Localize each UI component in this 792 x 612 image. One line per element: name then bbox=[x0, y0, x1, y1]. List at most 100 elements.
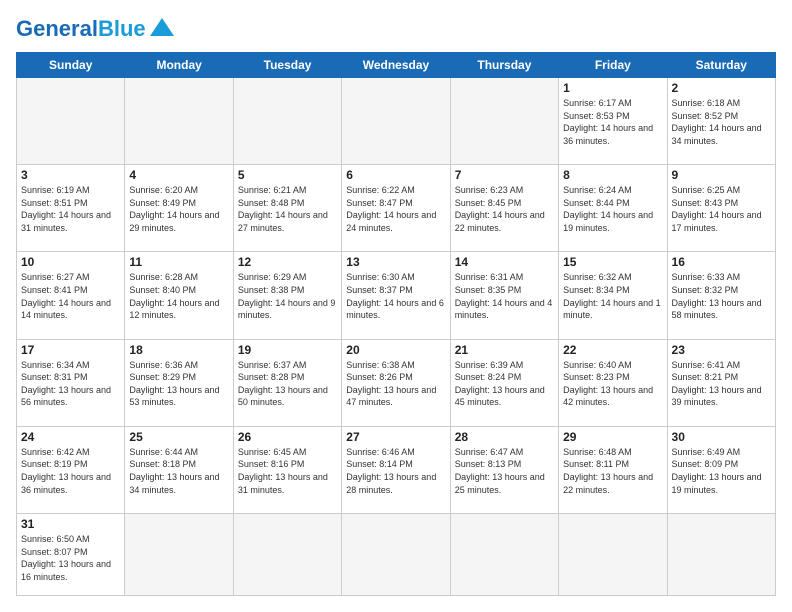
calendar-cell: 23Sunrise: 6:41 AM Sunset: 8:21 PM Dayli… bbox=[667, 339, 775, 426]
calendar-cell: 29 Sunrise: 6:48 AM Sunset: 8:11 PM Dayli… bbox=[559, 426, 667, 513]
day-info: Sunrise: 6:29 AM Sunset: 8:38 PM Dayligh… bbox=[238, 271, 337, 321]
day-number: 2 bbox=[672, 81, 771, 95]
calendar-cell: 12 Sunrise: 6:29 AM Sunset: 8:38 PM Dayli… bbox=[233, 252, 341, 339]
day-info: Sunrise: 6:41 AM Sunset: 8:21 PM Dayligh… bbox=[672, 359, 771, 409]
day-info: Sunrise: 6:27 AM Sunset: 8:41 PM Dayligh… bbox=[21, 271, 120, 321]
day-number: 8 bbox=[563, 168, 662, 182]
day-info: Sunrise: 6:49 AM Sunset: 8:09 PM Dayligh… bbox=[672, 446, 771, 496]
day-info: Sunrise: 6:50 AM Sunset: 8:07 PM Dayligh… bbox=[21, 533, 120, 583]
weekday-header-saturday: Saturday bbox=[667, 53, 775, 78]
day-info: Sunrise: 6:37 AM Sunset: 8:28 PM Dayligh… bbox=[238, 359, 337, 409]
day-number: 28 bbox=[455, 430, 554, 444]
calendar-cell: 4 Sunrise: 6:20 AM Sunset: 8:49 PM Daylig… bbox=[125, 165, 233, 252]
weekday-header-monday: Monday bbox=[125, 53, 233, 78]
calendar-cell: 18Sunrise: 6:36 AM Sunset: 8:29 PM Dayli… bbox=[125, 339, 233, 426]
calendar-cell: 31 Sunrise: 6:50 AM Sunset: 8:07 PM Dayli… bbox=[17, 513, 125, 595]
logo-icon bbox=[148, 14, 176, 42]
calendar-week-row: 3Sunrise: 6:19 AM Sunset: 8:51 PM Daylig… bbox=[17, 165, 776, 252]
page: GeneralBlue SundayMondayTuesdayWednesday… bbox=[0, 0, 792, 612]
day-number: 14 bbox=[455, 255, 554, 269]
day-info: Sunrise: 6:31 AM Sunset: 8:35 PM Dayligh… bbox=[455, 271, 554, 321]
day-info: Sunrise: 6:32 AM Sunset: 8:34 PM Dayligh… bbox=[563, 271, 662, 321]
calendar-cell bbox=[559, 513, 667, 595]
calendar-cell bbox=[342, 513, 450, 595]
day-number: 7 bbox=[455, 168, 554, 182]
day-info: Sunrise: 6:40 AM Sunset: 8:23 PM Dayligh… bbox=[563, 359, 662, 409]
calendar-cell: 17 Sunrise: 6:34 AM Sunset: 8:31 PM Dayli… bbox=[17, 339, 125, 426]
calendar-cell: 21 Sunrise: 6:39 AM Sunset: 8:24 PM Dayli… bbox=[450, 339, 558, 426]
calendar-cell: 13 Sunrise: 6:30 AM Sunset: 8:37 PM Dayli… bbox=[342, 252, 450, 339]
calendar-cell: 11 Sunrise: 6:28 AM Sunset: 8:40 PM Dayli… bbox=[125, 252, 233, 339]
calendar-cell bbox=[17, 78, 125, 165]
calendar-cell bbox=[125, 513, 233, 595]
day-info: Sunrise: 6:33 AM Sunset: 8:32 PM Dayligh… bbox=[672, 271, 771, 321]
calendar-cell: 16 Sunrise: 6:33 AM Sunset: 8:32 PM Dayli… bbox=[667, 252, 775, 339]
day-number: 11 bbox=[129, 255, 228, 269]
day-number: 29 bbox=[563, 430, 662, 444]
calendar-cell: 28 Sunrise: 6:47 AM Sunset: 8:13 PM Dayli… bbox=[450, 426, 558, 513]
calendar-cell: 22 Sunrise: 6:40 AM Sunset: 8:23 PM Dayli… bbox=[559, 339, 667, 426]
calendar-cell bbox=[233, 513, 341, 595]
day-info: Sunrise: 6:38 AM Sunset: 8:26 PM Dayligh… bbox=[346, 359, 445, 409]
calendar-week-row: 1Sunrise: 6:17 AM Sunset: 8:53 PM Daylig… bbox=[17, 78, 776, 165]
calendar-cell bbox=[125, 78, 233, 165]
logo-text: GeneralBlue bbox=[16, 18, 146, 40]
day-number: 9 bbox=[672, 168, 771, 182]
day-number: 21 bbox=[455, 343, 554, 357]
weekday-header-tuesday: Tuesday bbox=[233, 53, 341, 78]
day-number: 20 bbox=[346, 343, 445, 357]
day-number: 22 bbox=[563, 343, 662, 357]
day-number: 15 bbox=[563, 255, 662, 269]
day-info: Sunrise: 6:25 AM Sunset: 8:43 PM Dayligh… bbox=[672, 184, 771, 234]
logo-blue: Blue bbox=[98, 16, 146, 41]
logo: GeneralBlue bbox=[16, 16, 176, 42]
calendar-cell bbox=[342, 78, 450, 165]
day-number: 16 bbox=[672, 255, 771, 269]
logo-general: General bbox=[16, 16, 98, 41]
calendar-cell: 14 Sunrise: 6:31 AM Sunset: 8:35 PM Dayli… bbox=[450, 252, 558, 339]
day-number: 1 bbox=[563, 81, 662, 95]
day-number: 10 bbox=[21, 255, 120, 269]
calendar-cell bbox=[233, 78, 341, 165]
weekday-header-sunday: Sunday bbox=[17, 53, 125, 78]
day-number: 30 bbox=[672, 430, 771, 444]
day-info: Sunrise: 6:48 AM Sunset: 8:11 PM Dayligh… bbox=[563, 446, 662, 496]
calendar-cell bbox=[450, 513, 558, 595]
calendar-cell: 20 Sunrise: 6:38 AM Sunset: 8:26 PM Dayli… bbox=[342, 339, 450, 426]
calendar-cell: 15 Sunrise: 6:32 AM Sunset: 8:34 PM Dayli… bbox=[559, 252, 667, 339]
calendar-cell: 6Sunrise: 6:22 AM Sunset: 8:47 PM Daylig… bbox=[342, 165, 450, 252]
day-info: Sunrise: 6:47 AM Sunset: 8:13 PM Dayligh… bbox=[455, 446, 554, 496]
calendar-table: SundayMondayTuesdayWednesdayThursdayFrid… bbox=[16, 52, 776, 596]
day-info: Sunrise: 6:28 AM Sunset: 8:40 PM Dayligh… bbox=[129, 271, 228, 321]
header: GeneralBlue bbox=[16, 16, 776, 42]
day-info: Sunrise: 6:36 AM Sunset: 8:29 PM Dayligh… bbox=[129, 359, 228, 409]
day-info: Sunrise: 6:45 AM Sunset: 8:16 PM Dayligh… bbox=[238, 446, 337, 496]
calendar-week-row: 31 Sunrise: 6:50 AM Sunset: 8:07 PM Dayli… bbox=[17, 513, 776, 595]
day-number: 17 bbox=[21, 343, 120, 357]
calendar-week-row: 17 Sunrise: 6:34 AM Sunset: 8:31 PM Dayli… bbox=[17, 339, 776, 426]
day-number: 13 bbox=[346, 255, 445, 269]
day-number: 6 bbox=[346, 168, 445, 182]
day-info: Sunrise: 6:21 AM Sunset: 8:48 PM Dayligh… bbox=[238, 184, 337, 234]
calendar-cell: 3Sunrise: 6:19 AM Sunset: 8:51 PM Daylig… bbox=[17, 165, 125, 252]
calendar-cell: 30 Sunrise: 6:49 AM Sunset: 8:09 PM Dayli… bbox=[667, 426, 775, 513]
day-info: Sunrise: 6:42 AM Sunset: 8:19 PM Dayligh… bbox=[21, 446, 120, 496]
day-info: Sunrise: 6:46 AM Sunset: 8:14 PM Dayligh… bbox=[346, 446, 445, 496]
day-info: Sunrise: 6:39 AM Sunset: 8:24 PM Dayligh… bbox=[455, 359, 554, 409]
day-info: Sunrise: 6:34 AM Sunset: 8:31 PM Dayligh… bbox=[21, 359, 120, 409]
calendar-cell: 10 Sunrise: 6:27 AM Sunset: 8:41 PM Dayli… bbox=[17, 252, 125, 339]
day-number: 12 bbox=[238, 255, 337, 269]
calendar-cell: 24 Sunrise: 6:42 AM Sunset: 8:19 PM Dayli… bbox=[17, 426, 125, 513]
calendar-week-row: 10 Sunrise: 6:27 AM Sunset: 8:41 PM Dayli… bbox=[17, 252, 776, 339]
day-number: 31 bbox=[21, 517, 120, 531]
day-number: 25 bbox=[129, 430, 228, 444]
day-info: Sunrise: 6:30 AM Sunset: 8:37 PM Dayligh… bbox=[346, 271, 445, 321]
day-info: Sunrise: 6:24 AM Sunset: 8:44 PM Dayligh… bbox=[563, 184, 662, 234]
weekday-header-wednesday: Wednesday bbox=[342, 53, 450, 78]
day-info: Sunrise: 6:23 AM Sunset: 8:45 PM Dayligh… bbox=[455, 184, 554, 234]
day-info: Sunrise: 6:18 AM Sunset: 8:52 PM Dayligh… bbox=[672, 97, 771, 147]
day-number: 4 bbox=[129, 168, 228, 182]
day-info: Sunrise: 6:20 AM Sunset: 8:49 PM Dayligh… bbox=[129, 184, 228, 234]
day-number: 24 bbox=[21, 430, 120, 444]
calendar-cell: 9 Sunrise: 6:25 AM Sunset: 8:43 PM Daylig… bbox=[667, 165, 775, 252]
